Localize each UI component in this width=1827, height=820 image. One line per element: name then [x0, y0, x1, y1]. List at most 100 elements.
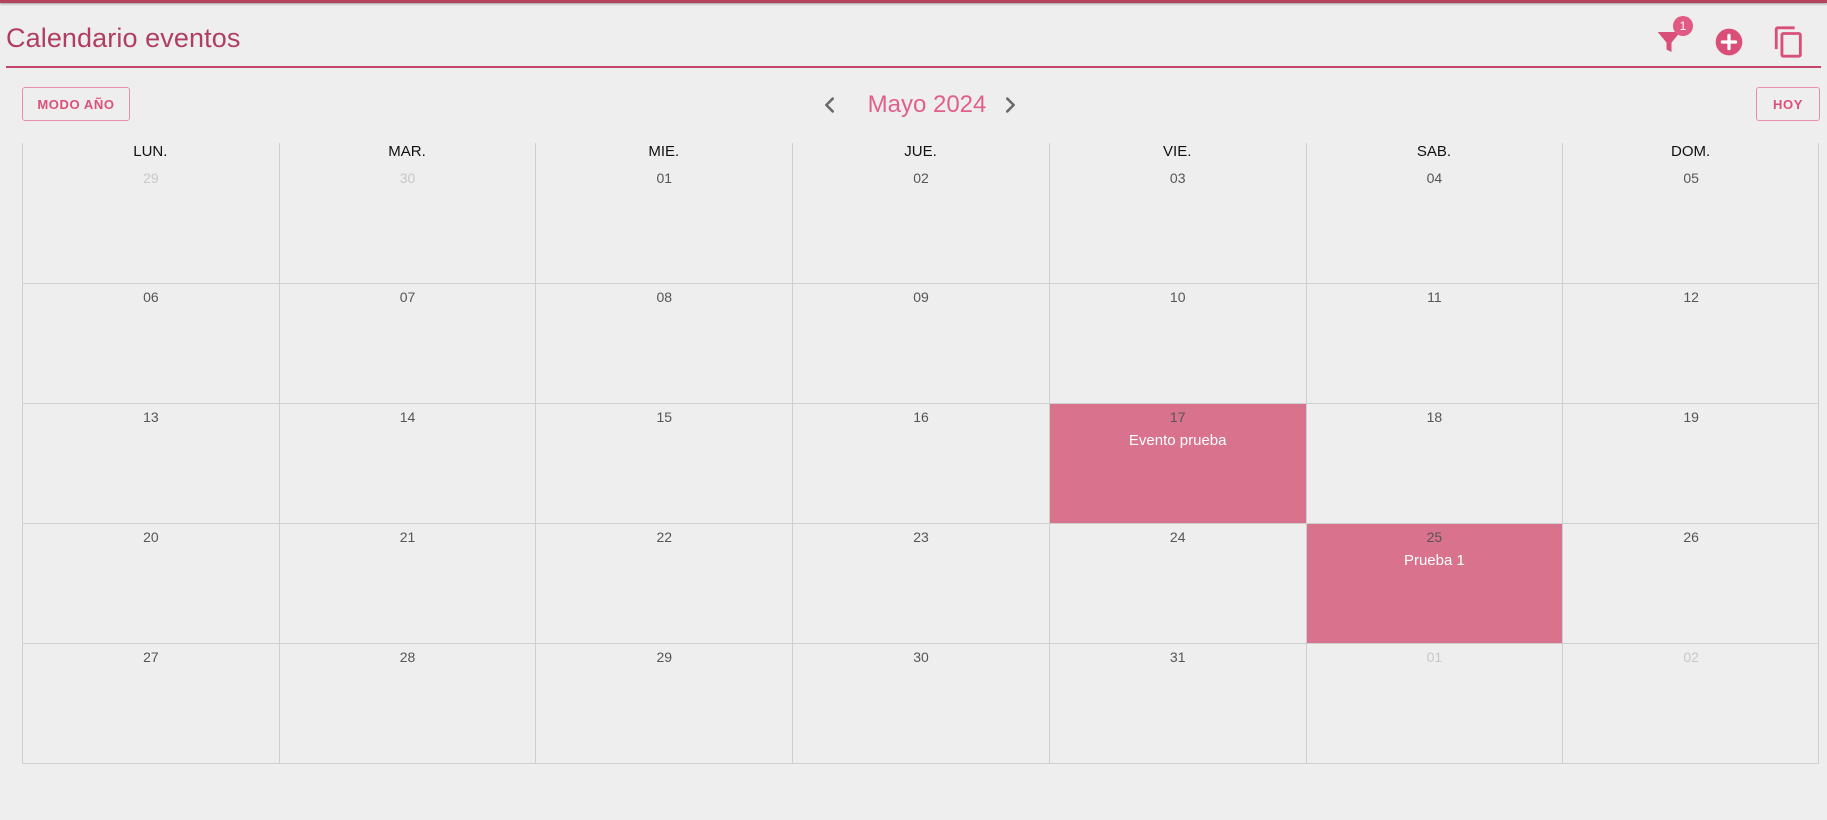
- day-number: 28: [399, 649, 416, 665]
- day-cell[interactable]: 20: [23, 524, 279, 643]
- day-number: 01: [1426, 649, 1443, 665]
- day-number: 04: [1426, 170, 1443, 186]
- day-number: 30: [399, 170, 416, 186]
- weekday-header: MAR.: [388, 143, 426, 160]
- day-number: 20: [143, 529, 159, 545]
- day-cell[interactable]: 10: [1050, 284, 1306, 403]
- month-calendar: LUN. MAR. MIE. JUE. VIE. SAB. DOM. 29 30 01 02 03 04…: [22, 143, 1819, 764]
- event-label[interactable]: Prueba 1: [1307, 552, 1563, 569]
- day-number: 17: [1169, 409, 1186, 425]
- day-number: 31: [1169, 649, 1186, 665]
- day-cell[interactable]: 27: [23, 644, 279, 764]
- year-mode-button[interactable]: MODO AÑO: [22, 87, 130, 121]
- day-number: 14: [399, 409, 416, 425]
- day-number: 27: [143, 649, 159, 665]
- day-cell[interactable]: 29: [536, 644, 792, 764]
- day-cell[interactable]: 19: [1563, 404, 1819, 523]
- day-cell-with-event[interactable]: 25 Prueba 1: [1306, 524, 1563, 643]
- day-number: 02: [913, 170, 929, 186]
- day-cell[interactable]: 12: [1563, 284, 1819, 403]
- day-cell[interactable]: 02: [793, 165, 1049, 283]
- day-number: 09: [913, 289, 929, 305]
- month-navigation: Mayo 2024: [815, 88, 1025, 122]
- filter-button[interactable]: 1: [1649, 16, 1693, 62]
- event-label[interactable]: Evento prueba: [1050, 432, 1306, 449]
- day-number: 29: [143, 170, 159, 186]
- day-number: 15: [656, 409, 673, 425]
- day-number: 11: [1427, 289, 1442, 305]
- chevron-left-icon: [825, 97, 835, 113]
- add-circle-icon: [1715, 28, 1743, 56]
- prev-month-button[interactable]: [815, 90, 845, 120]
- day-cell[interactable]: 16: [793, 404, 1049, 523]
- day-cell[interactable]: 31: [1050, 644, 1306, 764]
- filter-count-badge: 1: [1673, 16, 1693, 36]
- weekday-header: MIE.: [648, 143, 680, 160]
- day-cell[interactable]: 23: [793, 524, 1049, 643]
- day-number: 21: [399, 529, 416, 545]
- page-title: Calendario eventos: [6, 23, 241, 53]
- day-number: 26: [1683, 529, 1699, 545]
- day-cell[interactable]: 30: [280, 165, 536, 283]
- add-event-button[interactable]: [1709, 22, 1749, 62]
- day-cell[interactable]: 21: [280, 524, 536, 643]
- day-cell[interactable]: 09: [793, 284, 1049, 403]
- day-number: 25: [1426, 529, 1443, 545]
- day-cell[interactable]: 08: [536, 284, 792, 403]
- day-cell[interactable]: 13: [23, 404, 279, 523]
- day-number: 01: [656, 170, 673, 186]
- weekday-header: DOM.: [1671, 143, 1711, 160]
- next-month-button[interactable]: [995, 90, 1025, 120]
- day-cell[interactable]: 05: [1563, 165, 1819, 283]
- day-number: 22: [656, 529, 673, 545]
- day-number: 03: [1169, 170, 1186, 186]
- day-cell[interactable]: 14: [280, 404, 536, 523]
- day-cell[interactable]: 18: [1307, 404, 1563, 523]
- chevron-right-icon: [1005, 97, 1015, 113]
- day-cell[interactable]: 11: [1307, 284, 1563, 403]
- grid-line: [1818, 143, 1819, 764]
- grid-line: [22, 143, 23, 764]
- day-cell[interactable]: 01: [1307, 644, 1563, 764]
- day-cell[interactable]: 04: [1307, 165, 1563, 283]
- day-number: 05: [1683, 170, 1699, 186]
- day-cell[interactable]: 03: [1050, 165, 1306, 283]
- today-button[interactable]: HOY: [1756, 87, 1820, 121]
- day-cell[interactable]: 15: [536, 404, 792, 523]
- day-number: 08: [656, 289, 673, 305]
- day-cell[interactable]: 06: [23, 284, 279, 403]
- day-cell[interactable]: 28: [280, 644, 536, 764]
- day-number: 02: [1683, 649, 1699, 665]
- day-number: 24: [1169, 529, 1186, 545]
- day-number: 23: [913, 529, 929, 545]
- day-cell[interactable]: 30: [793, 644, 1049, 764]
- day-cell-with-event[interactable]: 17 Evento prueba: [1049, 404, 1306, 523]
- weekday-header: JUE.: [904, 143, 937, 160]
- day-number: 30: [913, 649, 929, 665]
- day-cell[interactable]: 22: [536, 524, 792, 643]
- copy-button[interactable]: [1769, 22, 1809, 62]
- day-cell[interactable]: 29: [23, 165, 279, 283]
- day-number: 19: [1683, 409, 1699, 425]
- day-cell[interactable]: 01: [536, 165, 792, 283]
- page-header: Calendario eventos 1: [6, 16, 1821, 68]
- grid-line: [1562, 143, 1564, 764]
- top-border: [0, 0, 1827, 3]
- day-cell[interactable]: 24: [1050, 524, 1306, 643]
- day-number: 16: [913, 409, 929, 425]
- grid-line: [792, 143, 794, 764]
- day-cell[interactable]: 02: [1563, 644, 1819, 764]
- weekday-header: LUN.: [133, 143, 168, 160]
- grid-line: [278, 143, 280, 764]
- grid-line: [22, 763, 1819, 764]
- weekday-header: SAB.: [1416, 143, 1451, 160]
- grid-line: [22, 643, 1819, 644]
- grid-line: [22, 283, 1819, 284]
- day-cell[interactable]: 26: [1563, 524, 1819, 643]
- grid-line: [1048, 143, 1050, 764]
- grid-line: [22, 403, 1819, 404]
- grid-line: [1305, 143, 1307, 764]
- day-number: 13: [143, 409, 159, 425]
- day-cell[interactable]: 07: [280, 284, 536, 403]
- grid-line: [22, 523, 1819, 524]
